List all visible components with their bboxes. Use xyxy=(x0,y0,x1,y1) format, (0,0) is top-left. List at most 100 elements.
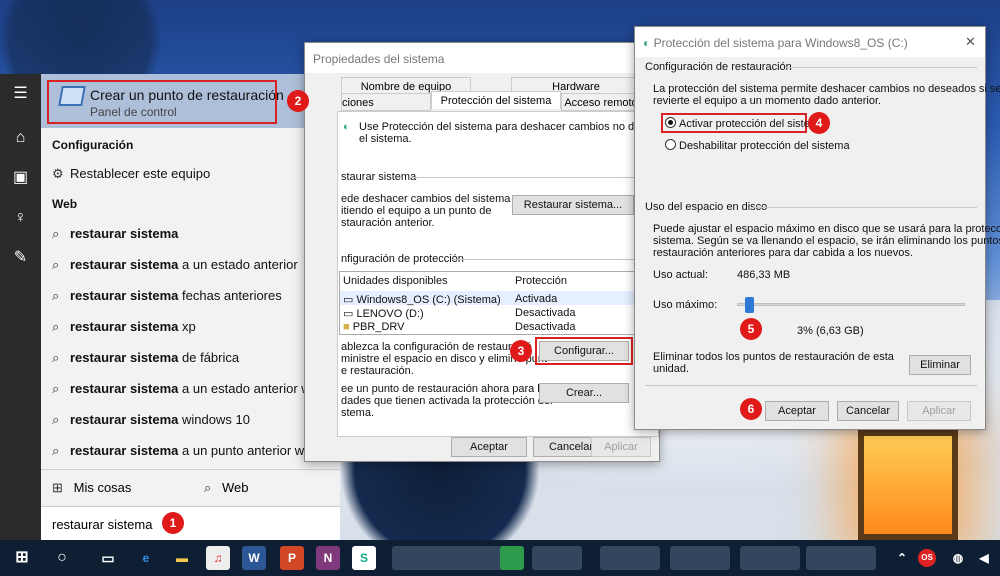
web-result-item[interactable]: ⌕ restaurar sistema xyxy=(52,226,178,242)
my-stuff-button[interactable]: ⊞ Mis cosas xyxy=(52,480,131,496)
taskbar-window[interactable] xyxy=(532,546,582,570)
feedback-icon[interactable]: ✎ xyxy=(0,238,41,278)
close-icon[interactable]: ✕ xyxy=(965,34,976,50)
drive-row[interactable]: ▭ LENOVO (D:) xyxy=(343,307,424,320)
search-icon: ⌕ xyxy=(52,443,60,458)
notebook-icon[interactable]: ▣ xyxy=(0,158,41,198)
configure-button[interactable]: Configurar... xyxy=(539,341,629,361)
app-icon[interactable]: S xyxy=(352,546,376,570)
task-view-icon[interactable]: ▭ xyxy=(96,546,120,570)
onenote-icon[interactable]: N xyxy=(316,546,340,570)
web-label: Web xyxy=(222,480,249,495)
step-badge: 4 xyxy=(808,112,830,134)
web-result-query: restaurar sistema xyxy=(70,412,179,427)
radio-enable-protection[interactable]: Activar protección del sistema xyxy=(665,117,825,130)
restore-system-button[interactable]: Restaurar sistema... xyxy=(512,195,634,215)
col-protection: Protección xyxy=(515,275,567,287)
web-result-item[interactable]: ⌕ restaurar sistema fechas anteriores xyxy=(52,288,282,304)
slider-thumb[interactable] xyxy=(744,297,754,313)
taskbar-window[interactable] xyxy=(670,546,730,570)
web-result-item[interactable]: ⌕ restaurar sistema a un estado anterior xyxy=(52,257,298,273)
edge-icon[interactable]: e xyxy=(134,546,158,570)
separator xyxy=(785,67,977,68)
current-usage-label: Uso actual: xyxy=(653,269,709,281)
taskbar-window[interactable] xyxy=(806,546,876,570)
taskbar-app[interactable] xyxy=(500,546,524,570)
web-button[interactable]: ⌕ Web xyxy=(204,480,249,496)
cancel-button[interactable]: Cancelar xyxy=(837,401,899,421)
file-explorer-icon[interactable]: ▬ xyxy=(170,546,194,570)
search-icon: ⌕ xyxy=(52,412,60,427)
apply-button[interactable]: Aplicar xyxy=(907,401,971,421)
max-usage-value: 3% (6,63 GB) xyxy=(797,325,864,337)
web-result-query: restaurar sistema xyxy=(70,443,179,458)
windows-start-icon[interactable]: ⊞ xyxy=(10,546,34,570)
web-result-item[interactable]: ⌕ restaurar sistema windows 10 xyxy=(52,412,250,428)
web-result-item[interactable]: ⌕ restaurar sistema de fábrica xyxy=(52,350,239,366)
radio-enable-label: Activar protección del sistema xyxy=(679,118,826,130)
my-stuff-label: Mis cosas xyxy=(73,480,132,495)
web-result-suffix: a un estado anterior xyxy=(178,257,298,272)
drive-row[interactable]: ■ PBR_DRV xyxy=(343,321,404,333)
chevron-up-icon[interactable]: ⌃ xyxy=(890,546,914,570)
tab-system-protection[interactable]: Protección del sistema xyxy=(431,91,561,109)
ok-button[interactable]: Aceptar xyxy=(451,437,527,457)
radio-icon xyxy=(665,139,676,150)
taskbar-window[interactable] xyxy=(392,546,512,570)
search-icon: ⌕ xyxy=(52,350,60,365)
step-badge: 2 xyxy=(287,90,309,112)
delete-text-2: unidad. xyxy=(653,363,690,375)
step-badge: 3 xyxy=(510,340,532,362)
dialog-title: ◐ Protección del sistema para Windows8_O… xyxy=(635,27,985,57)
max-usage-slider[interactable] xyxy=(737,297,965,313)
web-result-item[interactable]: ⌕ restaurar sistema a un estado anterior … xyxy=(52,381,318,397)
restore-text-3: stauración anterior. xyxy=(341,217,435,229)
radio-disable-protection[interactable]: Deshabilitar protección del sistema xyxy=(665,139,850,152)
create-button[interactable]: Crear... xyxy=(539,383,629,403)
create-text-1: ee un punto de restauración ahora para l… xyxy=(341,383,552,395)
web-result-suffix: xp xyxy=(178,319,196,334)
separator xyxy=(753,207,977,208)
drive-status: Desactivada xyxy=(515,321,576,333)
shield-icon: ◐ xyxy=(343,121,350,133)
network-icon[interactable]: ◍ xyxy=(946,546,970,570)
volume-icon[interactable]: ◀ xyxy=(972,546,996,570)
web-result-item[interactable]: ⌕ restaurar sistema xp xyxy=(52,319,196,335)
config-text-1: ablezca la configuración de restauració xyxy=(341,341,532,353)
search-circle-icon[interactable]: ○ xyxy=(50,546,74,570)
drive-row[interactable]: ▭ Windows8_OS (C:) (Sistema) xyxy=(343,293,501,306)
itunes-icon[interactable]: ♫ xyxy=(206,546,230,570)
hamburger-icon[interactable]: ☰ xyxy=(0,74,41,114)
antivirus-icon[interactable]: OS xyxy=(918,549,936,567)
taskbar-window[interactable] xyxy=(740,546,800,570)
search-input-value: restaurar sistema xyxy=(52,517,153,532)
current-usage-value: 486,33 MB xyxy=(737,269,791,281)
search-input[interactable]: restaurar sistema xyxy=(41,506,340,540)
web-result-item[interactable]: ⌕ restaurar sistema a un punto anterior w… xyxy=(52,443,322,459)
web-result-query: restaurar sistema xyxy=(70,226,179,241)
best-match-subtitle: Panel de control xyxy=(90,105,177,119)
windows-logo-icon: ⊞ xyxy=(52,480,63,495)
gear-icon: ⚙ xyxy=(52,166,64,181)
config-result-item[interactable]: ⚙ Restablecer este equipo xyxy=(52,166,210,182)
drive-status: Activada xyxy=(515,293,558,305)
powerpoint-icon[interactable]: P xyxy=(280,546,304,570)
apply-button[interactable]: Aplicar xyxy=(591,437,651,457)
drive-icon: ▭ xyxy=(343,294,357,306)
ok-button[interactable]: Aceptar xyxy=(765,401,829,421)
start-menu: ☰ ⌂ ▣ ♀ ✎ xyxy=(0,74,340,540)
disk-desc-3: restauración anteriores para dar cabida … xyxy=(653,247,913,259)
lightbulb-icon[interactable]: ♀ xyxy=(0,198,41,238)
web-result-query: restaurar sistema xyxy=(70,288,179,303)
word-icon[interactable]: W xyxy=(242,546,266,570)
delete-text-1: Eliminar todos los puntos de restauració… xyxy=(653,351,894,363)
tab-advanced[interactable]: ciones avanzadas xyxy=(341,93,431,127)
taskbar-window[interactable] xyxy=(600,546,660,570)
section-restore: staurar sistema xyxy=(341,171,417,183)
tab-remote-access[interactable]: Acceso remoto xyxy=(561,93,641,111)
section-disk-usage: Uso del espacio en disco xyxy=(645,201,768,213)
web-result-query: restaurar sistema xyxy=(70,350,179,365)
delete-button[interactable]: Eliminar xyxy=(909,355,971,375)
system-properties-dialog: Propiedades del sistema Nombre de equipo… xyxy=(304,42,691,462)
home-icon[interactable]: ⌂ xyxy=(0,118,41,158)
